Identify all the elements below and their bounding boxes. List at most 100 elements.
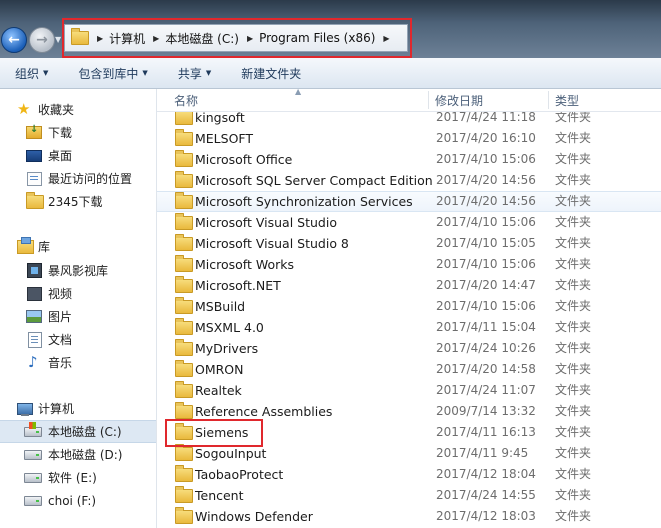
file-row[interactable]: Microsoft Visual Studio 8 2017/4/10 15:05… — [157, 233, 661, 254]
breadcrumb-separator-icon[interactable]: ▶ — [383, 34, 389, 43]
folder-icon — [175, 423, 193, 440]
folder-icon — [175, 507, 193, 524]
breadcrumb-separator-icon[interactable]: ▶ — [247, 34, 253, 43]
column-header-type[interactable]: 类型 — [555, 89, 579, 111]
downloads-folder-icon — [26, 124, 42, 139]
folder-icon — [175, 465, 193, 482]
folder-icon — [175, 297, 193, 314]
file-row[interactable]: Siemens 2017/4/11 16:13 文件夹 — [157, 422, 661, 443]
sidebar-item-favorites[interactable]: ★ 收藏夹 — [0, 99, 156, 120]
file-name: MELSOFT — [195, 131, 254, 146]
organize-label: 组织 — [15, 66, 40, 81]
sidebar-item-libraries[interactable]: 库 — [0, 236, 156, 257]
breadcrumb-program-files-x86[interactable]: Program Files (x86) — [259, 31, 375, 45]
sidebar-item-desktop[interactable]: 桌面 — [0, 145, 156, 166]
sidebar-item-label: 2345下载 — [48, 195, 103, 209]
sidebar-item-recent[interactable]: 最近访问的位置 — [0, 168, 156, 189]
sidebar-item-label: 文档 — [48, 333, 73, 347]
folder-icon — [175, 339, 193, 356]
file-row[interactable]: OMRON 2017/4/20 14:58 文件夹 — [157, 359, 661, 380]
sidebar-item-drive-f[interactable]: choi (F:) — [0, 490, 156, 511]
back-arrow-icon: ← — [8, 32, 20, 48]
desktop-icon — [26, 149, 42, 162]
sidebar-item-label: 音乐 — [48, 356, 73, 370]
libraries-icon — [17, 236, 34, 254]
column-header-date[interactable]: 修改日期 — [435, 89, 483, 111]
file-row[interactable]: Microsoft Works 2017/4/10 15:06 文件夹 — [157, 254, 661, 275]
sidebar-item-computer[interactable]: 计算机 — [0, 398, 156, 419]
file-row[interactable]: Microsoft SQL Server Compact Edition 2017… — [157, 170, 661, 191]
sidebar-item-pictures[interactable]: 图片 — [0, 306, 156, 327]
breadcrumb-separator-icon[interactable]: ▶ — [153, 34, 159, 43]
column-divider[interactable] — [428, 91, 429, 109]
sidebar-item-label: 软件 (E:) — [48, 471, 97, 485]
file-row[interactable]: Microsoft Visual Studio 2017/4/10 15:06 文件… — [157, 212, 661, 233]
file-type: 文件夹 — [555, 194, 592, 208]
back-button[interactable]: ← — [1, 27, 27, 53]
file-type: 文件夹 — [555, 383, 592, 397]
file-name: Microsoft Visual Studio 8 — [195, 236, 349, 251]
file-row[interactable]: SogouInput 2017/4/11 9:45 文件夹 — [157, 443, 661, 464]
file-name: Microsoft Synchronization Services — [195, 194, 413, 209]
file-type: 文件夹 — [555, 278, 592, 292]
address-field[interactable]: ▶ 计算机 ▶ 本地磁盘 (C:) ▶ Program Files (x86) … — [64, 24, 408, 52]
file-name: Tencent — [195, 488, 244, 503]
folder-icon — [175, 150, 193, 167]
file-row[interactable]: Tencent 2017/4/24 14:55 文件夹 — [157, 485, 661, 506]
sidebar-item-label: choi (F:) — [48, 493, 97, 508]
file-modified-date: 2017/4/12 18:03 — [436, 509, 536, 523]
file-name: Microsoft Office — [195, 152, 293, 167]
file-row[interactable]: MSBuild 2017/4/10 15:06 文件夹 — [157, 296, 661, 317]
organize-menu[interactable]: 组织 ▼ — [11, 65, 52, 82]
column-divider[interactable] — [548, 91, 549, 109]
file-modified-date: 2017/4/20 14:56 — [436, 173, 536, 187]
file-modified-date: 2017/4/24 10:26 — [436, 341, 536, 355]
film-icon — [27, 286, 42, 301]
breadcrumb-computer[interactable]: 计算机 — [109, 30, 145, 47]
sidebar-item-drive-d[interactable]: 本地磁盘 (D:) — [0, 444, 156, 465]
sidebar-item-drive-e[interactable]: 软件 (E:) — [0, 467, 156, 488]
file-row[interactable]: Microsoft.NET 2017/4/20 14:47 文件夹 — [157, 275, 661, 296]
include-in-library-menu[interactable]: 包含到库中 ▼ — [74, 65, 151, 82]
sidebar-item-documents[interactable]: 文档 — [0, 329, 156, 350]
breadcrumb-separator-icon[interactable]: ▶ — [97, 34, 103, 43]
file-row[interactable]: Microsoft Office 2017/4/10 15:06 文件夹 — [157, 149, 661, 170]
sidebar-item-downloads[interactable]: 下载 — [0, 122, 156, 143]
sidebar-item-2345-downloads[interactable]: 2345下载 — [0, 191, 156, 212]
sidebar-item-drive-c[interactable]: 本地磁盘 (C:) — [0, 420, 156, 443]
file-row[interactable]: MyDrivers 2017/4/24 10:26 文件夹 — [157, 338, 661, 359]
file-type: 文件夹 — [555, 404, 592, 418]
share-menu[interactable]: 共享 ▼ — [174, 65, 215, 82]
folder-icon — [175, 255, 193, 272]
folder-icon — [175, 171, 193, 188]
file-row[interactable]: Microsoft Synchronization Services 2017/4… — [157, 191, 661, 212]
sidebar-item-videos[interactable]: 视频 — [0, 283, 156, 304]
file-modified-date: 2017/4/24 11:07 — [436, 383, 536, 397]
drive-icon — [24, 495, 42, 506]
file-row[interactable]: Reference Assemblies 2009/7/14 13:32 文件夹 — [157, 401, 661, 422]
file-row[interactable]: MELSOFT 2017/4/20 16:10 文件夹 — [157, 128, 661, 149]
file-type: 文件夹 — [555, 131, 592, 145]
file-name: MyDrivers — [195, 341, 259, 356]
file-type: 文件夹 — [555, 257, 592, 271]
file-modified-date: 2017/4/11 9:45 — [436, 446, 529, 460]
forward-button[interactable]: → — [29, 27, 55, 53]
sidebar-item-music[interactable]: ♪ 音乐 — [0, 352, 156, 373]
recent-pages-dropdown-icon[interactable]: ▼ — [55, 35, 61, 44]
file-type: 文件夹 — [555, 488, 592, 502]
file-type: 文件夹 — [555, 299, 592, 313]
file-row[interactable]: TaobaoProtect 2017/4/12 18:04 文件夹 — [157, 464, 661, 485]
breadcrumb-drive-c[interactable]: 本地磁盘 (C:) — [165, 30, 239, 47]
file-modified-date: 2017/4/10 15:06 — [436, 215, 536, 229]
new-folder-button[interactable]: 新建文件夹 — [237, 65, 305, 82]
file-name: Microsoft.NET — [195, 278, 281, 293]
sidebar-item-label: 本地磁盘 (C:) — [48, 425, 122, 439]
file-row[interactable]: Realtek 2017/4/24 11:07 文件夹 — [157, 380, 661, 401]
sidebar-item-baofeng[interactable]: 暴风影视库 — [0, 260, 156, 281]
column-header-name[interactable]: 名称 — [174, 89, 198, 111]
video-library-icon — [27, 263, 42, 278]
folder-icon — [175, 486, 193, 503]
file-row[interactable]: Windows Defender 2017/4/12 18:03 文件夹 — [157, 506, 661, 527]
sidebar-item-label: 桌面 — [48, 149, 73, 163]
file-row[interactable]: MSXML 4.0 2017/4/11 15:04 文件夹 — [157, 317, 661, 338]
